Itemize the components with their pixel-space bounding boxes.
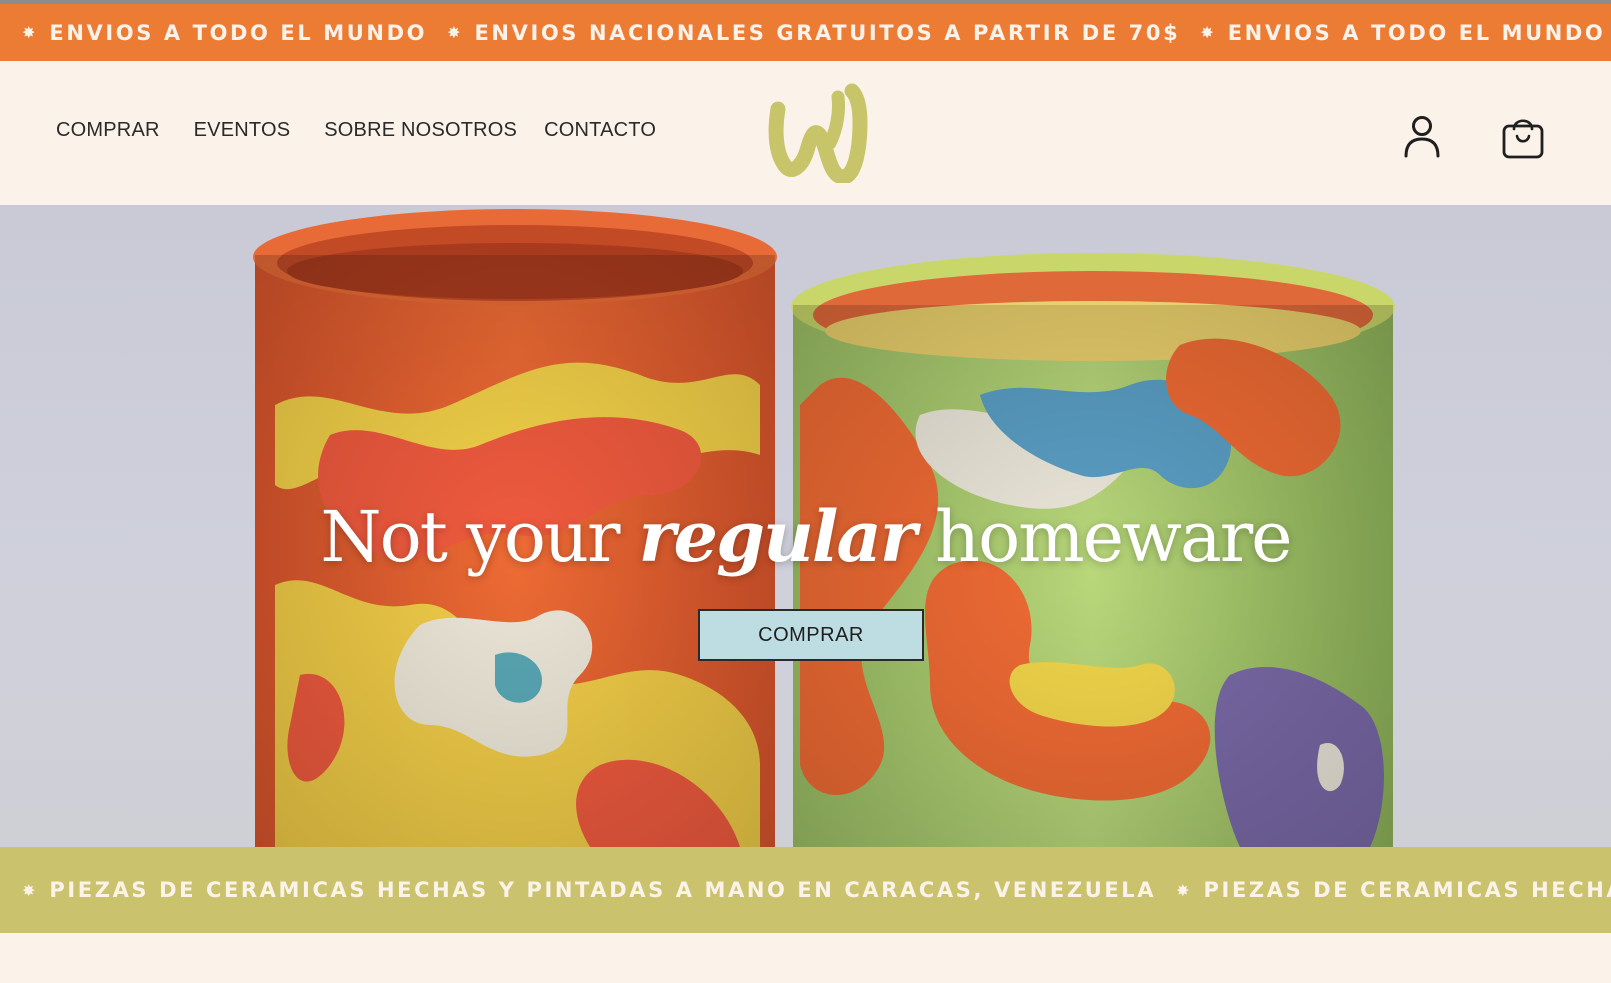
main-nav: COMPRAR EVENTOS SOBRE NOSOTROS CONTACTO [56,119,690,142]
announcement-text: ENVIOS NACIONALES GRATUITOS A PARTIR DE … [474,20,1181,45]
separator-star-icon: ✸ [447,23,461,42]
nav-item-contacto[interactable]: CONTACTO [544,119,656,142]
page-below-fold [0,933,1611,983]
w-logo-icon[interactable] [764,83,874,185]
shopping-bag-icon[interactable] [1500,113,1546,161]
bottom-ticker: ✸ PIEZAS DE CERAMICAS HECHAS Y PINTADAS … [0,847,1611,933]
nav-item-comprar[interactable]: COMPRAR [56,119,160,142]
separator-star-icon: ✸ [1176,880,1190,900]
announcement-bar: ✸ ENVIOS A TODO EL MUNDO ✸ ENVIOS NACION… [0,4,1611,61]
announcement-marquee: ✸ ENVIOS A TODO EL MUNDO ✸ ENVIOS NACION… [0,21,1611,45]
headline-emphasis: regular [638,495,917,578]
user-icon[interactable] [1400,113,1444,159]
ticker-text: PIEZAS DE CERAMICAS HECHAS Y PINTA [1203,878,1611,902]
nav-item-eventos[interactable]: EVENTOS [194,119,291,142]
site-header: COMPRAR EVENTOS SOBRE NOSOTROS CONTACTO [0,61,1611,205]
nav-item-sobre-nosotros[interactable]: SOBRE NOSOTROS [324,119,517,142]
headline-part: Not your [320,496,639,578]
separator-star-icon: ✸ [22,880,36,900]
hero-headline: Not your regular homeware [0,495,1611,578]
separator-star-icon: ✸ [1200,23,1214,42]
headline-part: homeware [914,496,1293,578]
separator-star-icon: ✸ [22,23,36,42]
announcement-text: ENVIOS A TODO EL MUNDO [1227,20,1606,45]
ticker-text: PIEZAS DE CERAMICAS HECHAS Y PINTADAS A … [49,878,1157,902]
announcement-text: ENVIOS A TODO EL MUNDO [49,20,428,45]
hero-comprar-button[interactable]: COMPRAR [698,609,924,661]
hero-banner: Not your regular homeware COMPRAR [0,205,1611,847]
ticker-marquee: ✸ PIEZAS DE CERAMICAS HECHAS Y PINTADAS … [0,878,1611,902]
